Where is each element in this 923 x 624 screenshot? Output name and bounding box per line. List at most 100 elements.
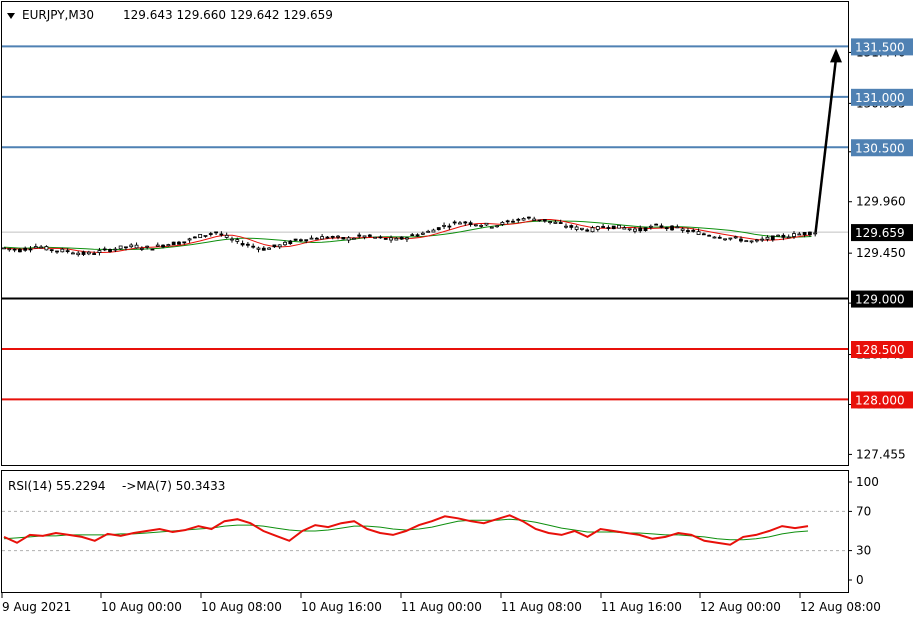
candle-body: [124, 246, 128, 249]
candle-body: [346, 237, 351, 241]
candle: [198, 233, 203, 239]
candle-body: [86, 251, 91, 255]
candle-body: [500, 222, 505, 225]
candle-body: [749, 240, 754, 243]
time-tick-label: 10 Aug 16:00: [301, 600, 382, 614]
candle-body: [192, 236, 197, 239]
candle-body: [691, 229, 696, 232]
candle-body: [352, 237, 356, 240]
chart-canvas: 131.440130.935130.455129.960129.450128.9…: [1, 1, 913, 614]
candle-body: [277, 244, 282, 248]
rsi-tick-label: 30: [856, 544, 871, 558]
candle-body: [198, 233, 203, 239]
candle-body: [362, 235, 367, 238]
level-tag-label: 130.500: [855, 141, 905, 155]
candle-body: [367, 234, 372, 237]
candle-body: [33, 246, 38, 249]
candle-body: [314, 237, 319, 240]
level-tag-label: 129.000: [855, 293, 905, 307]
candle-body: [521, 218, 526, 221]
candle-body: [208, 233, 213, 235]
candle-body: [813, 232, 818, 235]
candle: [744, 240, 749, 243]
candle-body: [542, 219, 547, 222]
candle-body: [680, 228, 685, 231]
price-tags: 131.500 131.000 130.500 129.000 128.500 128.0…: [851, 38, 913, 409]
candle-body: [744, 240, 749, 243]
time-tick-label: 9 Aug 2021: [2, 600, 71, 614]
candle-body: [553, 221, 558, 224]
candle-body: [569, 225, 574, 228]
candle-body: [389, 237, 393, 241]
candle: [171, 241, 176, 246]
candle-body: [171, 241, 176, 246]
candle-body: [580, 227, 584, 230]
candle: [383, 238, 388, 240]
time-tick-label: 11 Aug 16:00: [601, 600, 682, 614]
candle-body: [18, 249, 22, 253]
candle-body: [436, 227, 441, 231]
candle-body: [320, 236, 325, 240]
candle-body: [426, 230, 431, 233]
candle-body: [770, 235, 775, 241]
candle-body: [574, 226, 579, 230]
candle: [670, 225, 674, 231]
time-tick-label: 12 Aug 08:00: [800, 600, 881, 614]
candle-body: [304, 239, 309, 242]
candle-body: [707, 234, 712, 237]
candle: [643, 227, 648, 232]
candle-body: [299, 239, 303, 242]
candle-body: [675, 226, 680, 229]
candle-body: [723, 238, 727, 241]
candle-body: [399, 236, 404, 240]
candle-body: [267, 247, 271, 250]
rsi-tick-label: 70: [856, 504, 871, 518]
candle-body: [118, 245, 123, 250]
candle-body: [696, 231, 701, 235]
candle-body: [712, 236, 717, 239]
candle-body: [802, 232, 807, 236]
candle-body: [288, 240, 293, 245]
level-tag-label: 128.500: [855, 343, 905, 357]
candle-body: [664, 227, 669, 230]
candle: [2, 247, 6, 250]
candle-body: [81, 251, 86, 255]
candle-body: [484, 222, 489, 226]
candle-body: [261, 247, 266, 251]
candle-body: [336, 235, 340, 238]
candle-body: [463, 221, 468, 224]
candle-body: [473, 224, 478, 227]
rsi-ma-label: ->MA(7) 50.3433: [122, 479, 225, 493]
candle-body: [638, 227, 643, 232]
candle-body: [394, 237, 399, 241]
candle: [617, 224, 621, 229]
price-tick-label: 129.960: [856, 195, 906, 209]
candle-body: [357, 234, 362, 237]
candle-body: [150, 248, 155, 251]
candle-body: [643, 227, 648, 232]
candle-body: [701, 233, 706, 236]
level-tag-label: 131.500: [855, 40, 905, 54]
candle-body: [792, 233, 796, 237]
candle-body: [728, 237, 733, 240]
candle-body: [601, 226, 606, 228]
candle-body: [548, 221, 553, 223]
candle-body: [7, 248, 12, 251]
candle-body: [245, 243, 250, 246]
candle-body: [627, 228, 632, 231]
candle: [341, 237, 346, 240]
candle-body: [224, 234, 229, 238]
candle-body: [537, 219, 542, 222]
candle-body: [182, 241, 187, 244]
candle-body: [505, 220, 510, 223]
candle-body: [203, 235, 208, 237]
candle: [399, 236, 404, 240]
candle-body: [235, 239, 240, 242]
level-tag-label: 128.000: [855, 393, 905, 407]
candle-body: [230, 238, 234, 241]
candle-body: [214, 231, 218, 234]
candle-body: [44, 246, 49, 251]
candle-body: [405, 237, 409, 240]
time-tick-label: 12 Aug 00:00: [700, 600, 781, 614]
candle-body: [2, 247, 6, 250]
